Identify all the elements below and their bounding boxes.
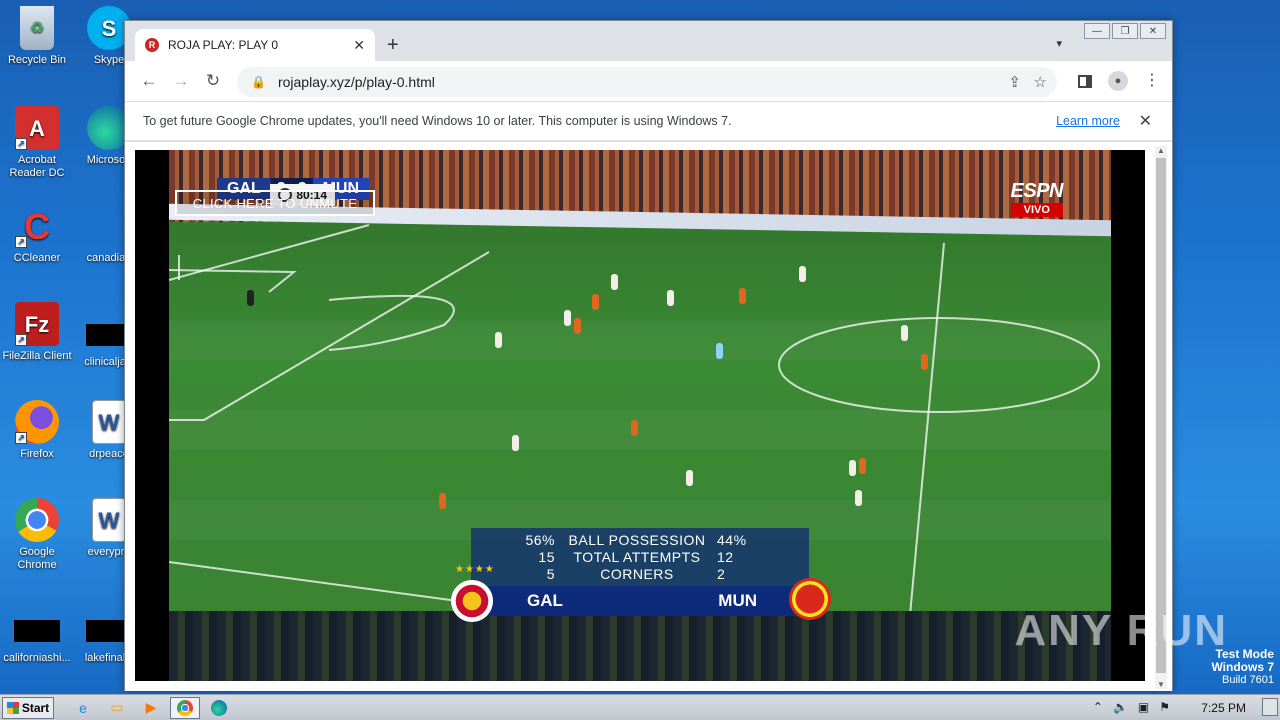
sideline-crowd — [169, 611, 1111, 681]
address-bar[interactable]: 🔒 rojaplay.xyz/p/play-0.html ⇪ ☆ — [237, 67, 1057, 97]
desktop-icon-filezilla[interactable]: Fz ↗ FileZilla Client — [0, 302, 74, 363]
reload-button[interactable]: ↻ — [197, 71, 229, 91]
browser-toolbar: ← → ↻ 🔒 rojaplay.xyz/p/play-0.html ⇪ ☆ ●… — [125, 61, 1172, 101]
lock-icon: 🔒 — [251, 75, 266, 89]
desktop-icon-firefox[interactable]: ↗ Firefox — [0, 400, 74, 461]
new-tab-button[interactable]: + — [387, 35, 399, 55]
player-marker — [631, 420, 638, 436]
restore-button[interactable]: ❐ — [1112, 23, 1138, 39]
stat-row: 15 TOTAL ATTEMPTS 12 — [538, 548, 734, 565]
player-marker — [611, 274, 618, 290]
browser-window: R ROJA PLAY: PLAY 0 ✕ + ▾ — ❐ ✕ ← → ↻ 🔒 … — [124, 20, 1173, 691]
player-marker — [495, 332, 502, 348]
taskbar-ie-icon[interactable]: e — [68, 697, 98, 719]
test-mode-notice: Test Mode Windows 7 Build 7601 — [1211, 647, 1274, 687]
url-text: rojaplay.xyz/p/play-0.html — [277, 74, 435, 90]
filezilla-icon: Fz ↗ — [15, 302, 59, 346]
desktop-icon-ccleaner[interactable]: C ↗ CCleaner — [0, 204, 74, 265]
player-marker — [799, 266, 806, 282]
desktop-icon-acrobat[interactable]: A ↗ Acrobat Reader DC — [0, 106, 74, 180]
tab-search-chevron-icon[interactable]: ▾ — [1056, 37, 1062, 50]
update-infobar: To get future Google Chrome updates, you… — [125, 101, 1172, 141]
taskbar: Start e ▭ ▶ ⌃ 🔈 ▣ ⚑ 7:25 PM — [0, 694, 1280, 720]
close-window-button[interactable]: ✕ — [1140, 23, 1166, 39]
volume-icon[interactable]: 🔈 — [1113, 700, 1128, 714]
recycle-bin-icon: ♻ — [20, 6, 54, 50]
referee-marker — [716, 343, 723, 359]
taskbar-clock[interactable]: 7:25 PM — [1201, 701, 1246, 715]
acrobat-icon: A ↗ — [15, 106, 59, 150]
share-icon[interactable]: ⇪ — [1008, 73, 1021, 91]
file-icon — [14, 620, 60, 642]
player-marker — [686, 470, 693, 486]
tab-strip: R ROJA PLAY: PLAY 0 ✕ + ▾ — ❐ ✕ — [125, 21, 1172, 61]
scroll-up-icon[interactable]: ▲ — [1155, 146, 1167, 155]
man-united-crest-icon — [789, 578, 831, 620]
player-marker — [439, 493, 446, 509]
network-icon[interactable]: ▣ — [1138, 700, 1149, 714]
player-marker — [859, 458, 866, 474]
taskbar-chrome-icon[interactable] — [170, 696, 200, 719]
stars-icon: ★★★★ — [455, 564, 495, 575]
minimize-button[interactable]: — — [1084, 23, 1110, 39]
tab-close-icon[interactable]: ✕ — [353, 37, 365, 54]
player-marker — [901, 325, 908, 341]
galatasaray-crest-icon — [451, 580, 493, 622]
word-icon: W — [92, 498, 126, 542]
start-button[interactable]: Start — [2, 696, 54, 719]
site-favicon-icon: R — [145, 38, 159, 52]
tab-roja-play[interactable]: R ROJA PLAY: PLAY 0 ✕ — [135, 29, 375, 61]
broadcaster-logo: ESPN VIVO — [1010, 180, 1064, 217]
player-marker — [564, 310, 571, 326]
windows-logo-icon — [6, 701, 19, 714]
ccleaner-icon: C ↗ — [15, 204, 59, 248]
desktop-icon-californiashi[interactable]: californiashi... — [0, 608, 74, 665]
desktop-icon-recycle-bin[interactable]: ♻ Recycle Bin — [0, 6, 74, 67]
player-marker — [849, 460, 856, 476]
profile-avatar-icon[interactable]: ● — [1108, 71, 1128, 91]
taskbar-edge-icon[interactable] — [204, 697, 234, 719]
tray-expand-icon[interactable]: ⌃ — [1093, 700, 1103, 714]
team-names-bar: GAL MUN — [471, 586, 809, 616]
match-stats-panel: 56% BALL POSSESSION 44% 15 TOTAL ATTEMPT… — [471, 528, 809, 586]
taskbar-media-player-icon[interactable]: ▶ — [136, 697, 166, 719]
action-center-flag-icon[interactable]: ⚑ — [1159, 700, 1170, 714]
tab-title: ROJA PLAY: PLAY 0 — [168, 38, 279, 52]
player-marker — [739, 288, 746, 304]
player-marker — [247, 290, 254, 306]
player-marker — [921, 354, 928, 370]
video-player[interactable]: 80:14 GAL 3 3 MUN CLICK HERE TO UNMUTE E… — [135, 150, 1145, 681]
player-marker — [574, 318, 581, 334]
bookmark-star-icon[interactable]: ☆ — [1034, 73, 1047, 91]
chrome-icon — [15, 498, 59, 542]
side-panel-icon[interactable] — [1078, 74, 1092, 88]
player-marker — [855, 490, 862, 506]
word-icon: W — [92, 400, 126, 444]
show-desktop-button[interactable] — [1262, 698, 1278, 716]
infobar-message: To get future Google Chrome updates, you… — [143, 114, 732, 128]
anyrun-watermark: ANY RUN — [1014, 606, 1228, 655]
window-controls: — ❐ ✕ — [1084, 23, 1166, 39]
player-marker — [667, 290, 674, 306]
scroll-down-icon[interactable]: ▼ — [1155, 680, 1167, 689]
desktop-icon-chrome[interactable]: Google Chrome — [0, 498, 74, 572]
unmute-button[interactable]: CLICK HERE TO UNMUTE — [175, 190, 375, 216]
chrome-menu-icon[interactable]: ⋮ — [1144, 73, 1160, 89]
firefox-icon: ↗ — [15, 400, 59, 444]
player-marker — [512, 435, 519, 451]
stat-row: 5 CORNERS 2 — [546, 565, 726, 582]
stat-row: 56% BALL POSSESSION 44% — [525, 531, 747, 548]
player-marker — [592, 294, 599, 310]
back-button[interactable]: ← — [133, 71, 165, 91]
forward-button[interactable]: → — [165, 71, 197, 91]
infobar-close-icon[interactable]: ✕ — [1139, 111, 1152, 131]
system-tray: ⌃ 🔈 ▣ ⚑ — [1093, 700, 1170, 714]
learn-more-link[interactable]: Learn more — [1056, 114, 1120, 128]
scrollbar-thumb[interactable] — [1156, 158, 1166, 673]
taskbar-explorer-icon[interactable]: ▭ — [102, 697, 132, 719]
video-frame[interactable]: 80:14 GAL 3 3 MUN CLICK HERE TO UNMUTE E… — [169, 150, 1111, 681]
